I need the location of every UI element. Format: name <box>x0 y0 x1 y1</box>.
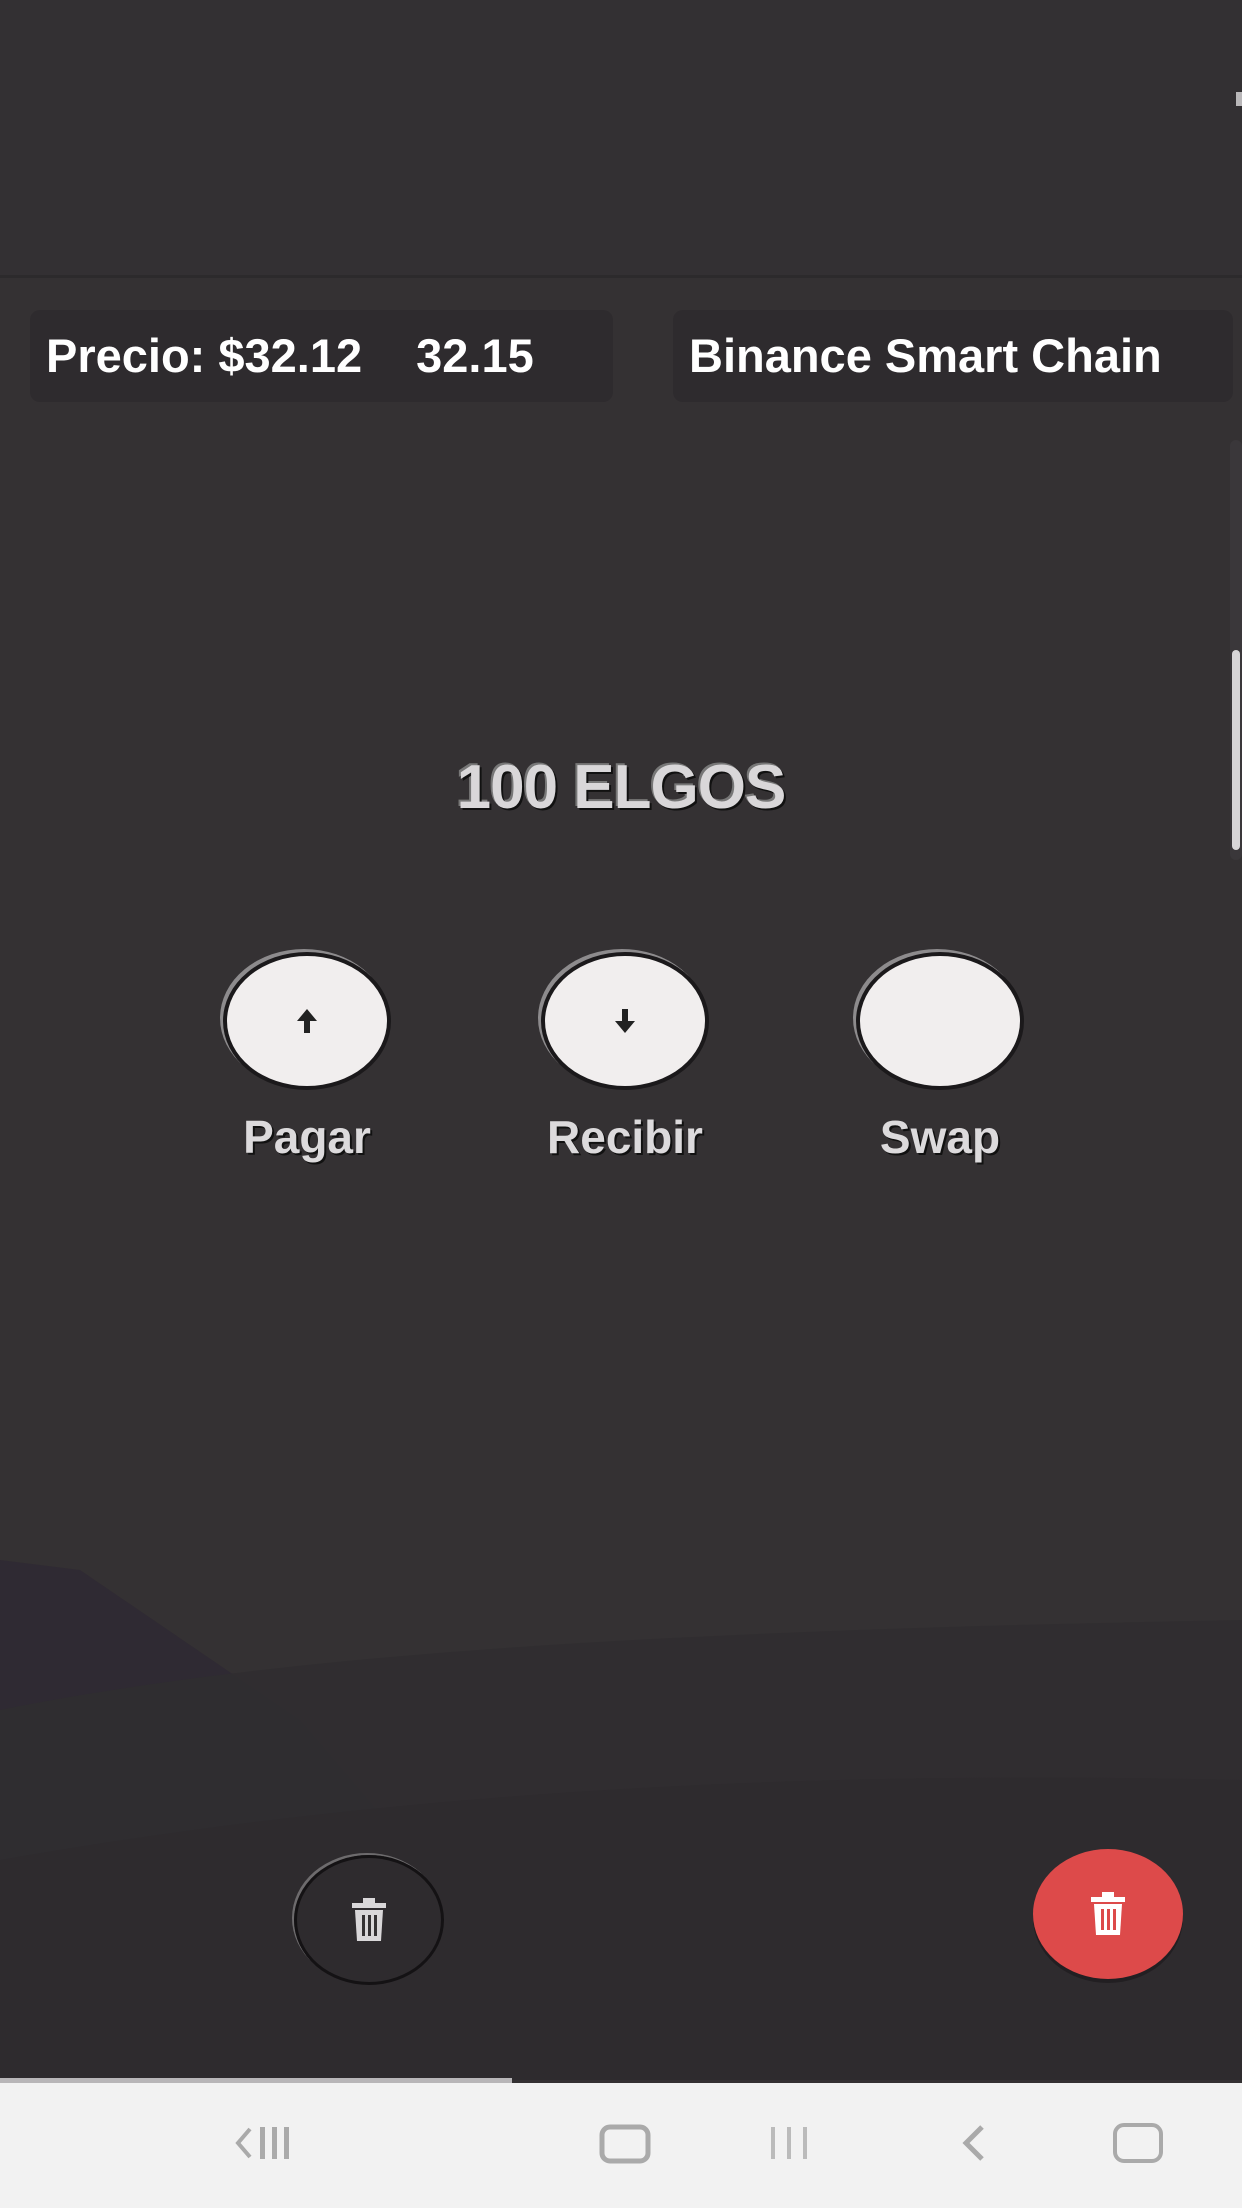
price-secondary: 32.15 <box>416 329 534 382</box>
system-navigation-bar <box>0 2083 1242 2208</box>
pay-label: Pagar <box>243 1111 371 1163</box>
home-icon <box>1113 2123 1163 2163</box>
overflow-menu-icon[interactable] <box>1236 92 1242 106</box>
trash-icon <box>352 1898 386 1941</box>
balance-amount: 100 ELGOS <box>456 753 787 822</box>
price-chip: Precio: $32.12 32.15 <box>30 310 613 402</box>
nav-recents-button[interactable] <box>755 2113 825 2173</box>
top-app-bar <box>0 0 1242 278</box>
nav-back-button[interactable] <box>230 2113 300 2173</box>
nav-home-button-alt[interactable] <box>1103 2113 1173 2173</box>
trash-icon <box>1091 1892 1125 1935</box>
back-icon <box>235 2127 289 2159</box>
swap-circle[interactable] <box>856 952 1024 1090</box>
swap-button[interactable]: Swap <box>855 952 1025 1164</box>
receive-circle[interactable] <box>541 952 709 1090</box>
network-chip[interactable]: Binance Smart Chain <box>673 310 1233 402</box>
receive-button[interactable]: Recibir <box>540 952 710 1164</box>
network-label: Binance Smart Chain <box>689 329 1162 382</box>
wallet-screen: Precio: $32.12 32.15 Binance Smart Chain … <box>0 0 1242 2208</box>
home-icon <box>599 2124 651 2164</box>
price-label: Precio: $32.12 <box>46 329 363 382</box>
back-icon <box>962 2125 984 2161</box>
arrow-up-icon <box>297 1009 317 1033</box>
background-wave <box>0 1560 1242 2080</box>
receive-label: Recibir <box>547 1111 703 1163</box>
delete-fab[interactable] <box>1033 1849 1183 1979</box>
recents-icon <box>771 2127 807 2159</box>
pay-button[interactable]: Pagar <box>222 952 392 1164</box>
nav-home-button[interactable] <box>590 2113 660 2173</box>
delete-outline-button[interactable] <box>294 1855 444 1985</box>
arrow-down-icon <box>615 1009 635 1033</box>
nav-back-button-alt[interactable] <box>940 2113 1010 2173</box>
swap-label: Swap <box>879 1111 1001 1163</box>
pay-circle[interactable] <box>223 952 391 1090</box>
